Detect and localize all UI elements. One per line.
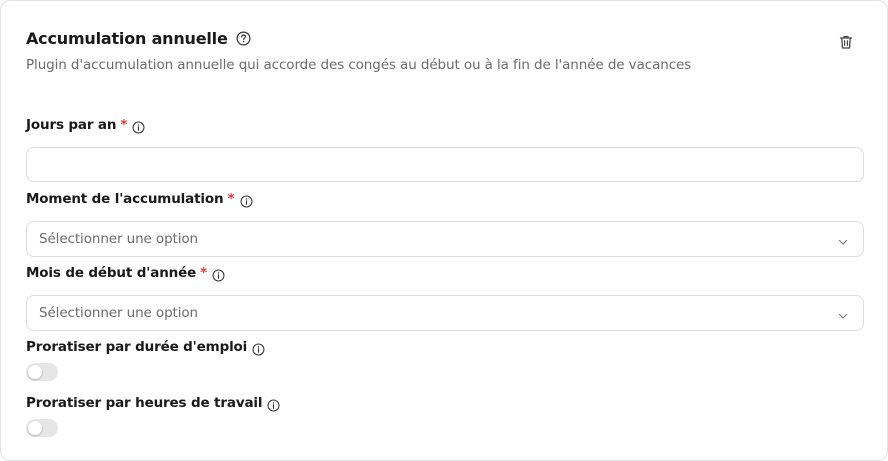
accrual-timing-placeholder: Sélectionner une option <box>39 231 199 247</box>
toggle-knob <box>28 421 42 435</box>
card-description: Plugin d'accumulation annuelle qui accor… <box>26 57 692 73</box>
required-asterisk: * <box>200 265 208 281</box>
info-circle-icon[interactable] <box>240 193 253 207</box>
accrual-timing-label: Moment de l'accumulation <box>26 191 224 207</box>
year-start-month-label-row: Mois de début d'année * <box>26 264 864 282</box>
accrual-timing-select[interactable]: Sélectionner une option <box>26 221 864 257</box>
year-start-month-placeholder: Sélectionner une option <box>39 305 199 321</box>
title-row: Accumulation annuelle <box>26 27 862 49</box>
delete-button[interactable] <box>835 33 857 55</box>
card-header: Accumulation annuelle Plugin d'accumulat… <box>26 27 862 74</box>
days-per-year-field: Jours par an * <box>26 116 864 182</box>
prorate-work-hours-toggle[interactable] <box>26 419 58 437</box>
prorate-employment-field: Proratiser par durée d'emploi <box>26 338 864 381</box>
days-per-year-label-row: Jours par an * <box>26 116 864 134</box>
info-circle-icon[interactable] <box>132 119 145 133</box>
prorate-work-hours-field: Proratiser par heures de travail <box>26 394 864 437</box>
info-circle-icon[interactable] <box>267 397 280 411</box>
days-per-year-input[interactable] <box>26 147 864 182</box>
accrual-plugin-card: Accumulation annuelle Plugin d'accumulat… <box>0 0 888 461</box>
card-title: Accumulation annuelle <box>26 28 228 48</box>
days-per-year-label: Jours par an <box>26 117 117 133</box>
year-start-month-label: Mois de début d'année <box>26 265 197 281</box>
prorate-work-hours-label: Proratiser par heures de travail <box>26 395 263 411</box>
required-asterisk: * <box>227 191 235 207</box>
year-start-month-select[interactable]: Sélectionner une option <box>26 295 864 331</box>
prorate-employment-label: Proratiser par durée d'emploi <box>26 339 248 355</box>
chevron-down-icon <box>837 233 849 245</box>
info-circle-icon[interactable] <box>212 267 225 281</box>
prorate-work-hours-label-row: Proratiser par heures de travail <box>26 394 864 412</box>
prorate-employment-label-row: Proratiser par durée d'emploi <box>26 338 864 356</box>
info-circle-icon[interactable] <box>252 341 265 355</box>
accrual-timing-field: Moment de l'accumulation * Sélectionner … <box>26 190 864 257</box>
toggle-knob <box>28 365 42 379</box>
year-start-month-field: Mois de début d'année * Sélectionner une… <box>26 264 864 331</box>
trash-icon <box>838 34 854 54</box>
chevron-down-icon <box>837 307 849 319</box>
help-circle-icon[interactable] <box>236 31 251 46</box>
prorate-employment-toggle[interactable] <box>26 363 58 381</box>
required-asterisk: * <box>120 117 128 133</box>
accrual-timing-label-row: Moment de l'accumulation * <box>26 190 864 208</box>
